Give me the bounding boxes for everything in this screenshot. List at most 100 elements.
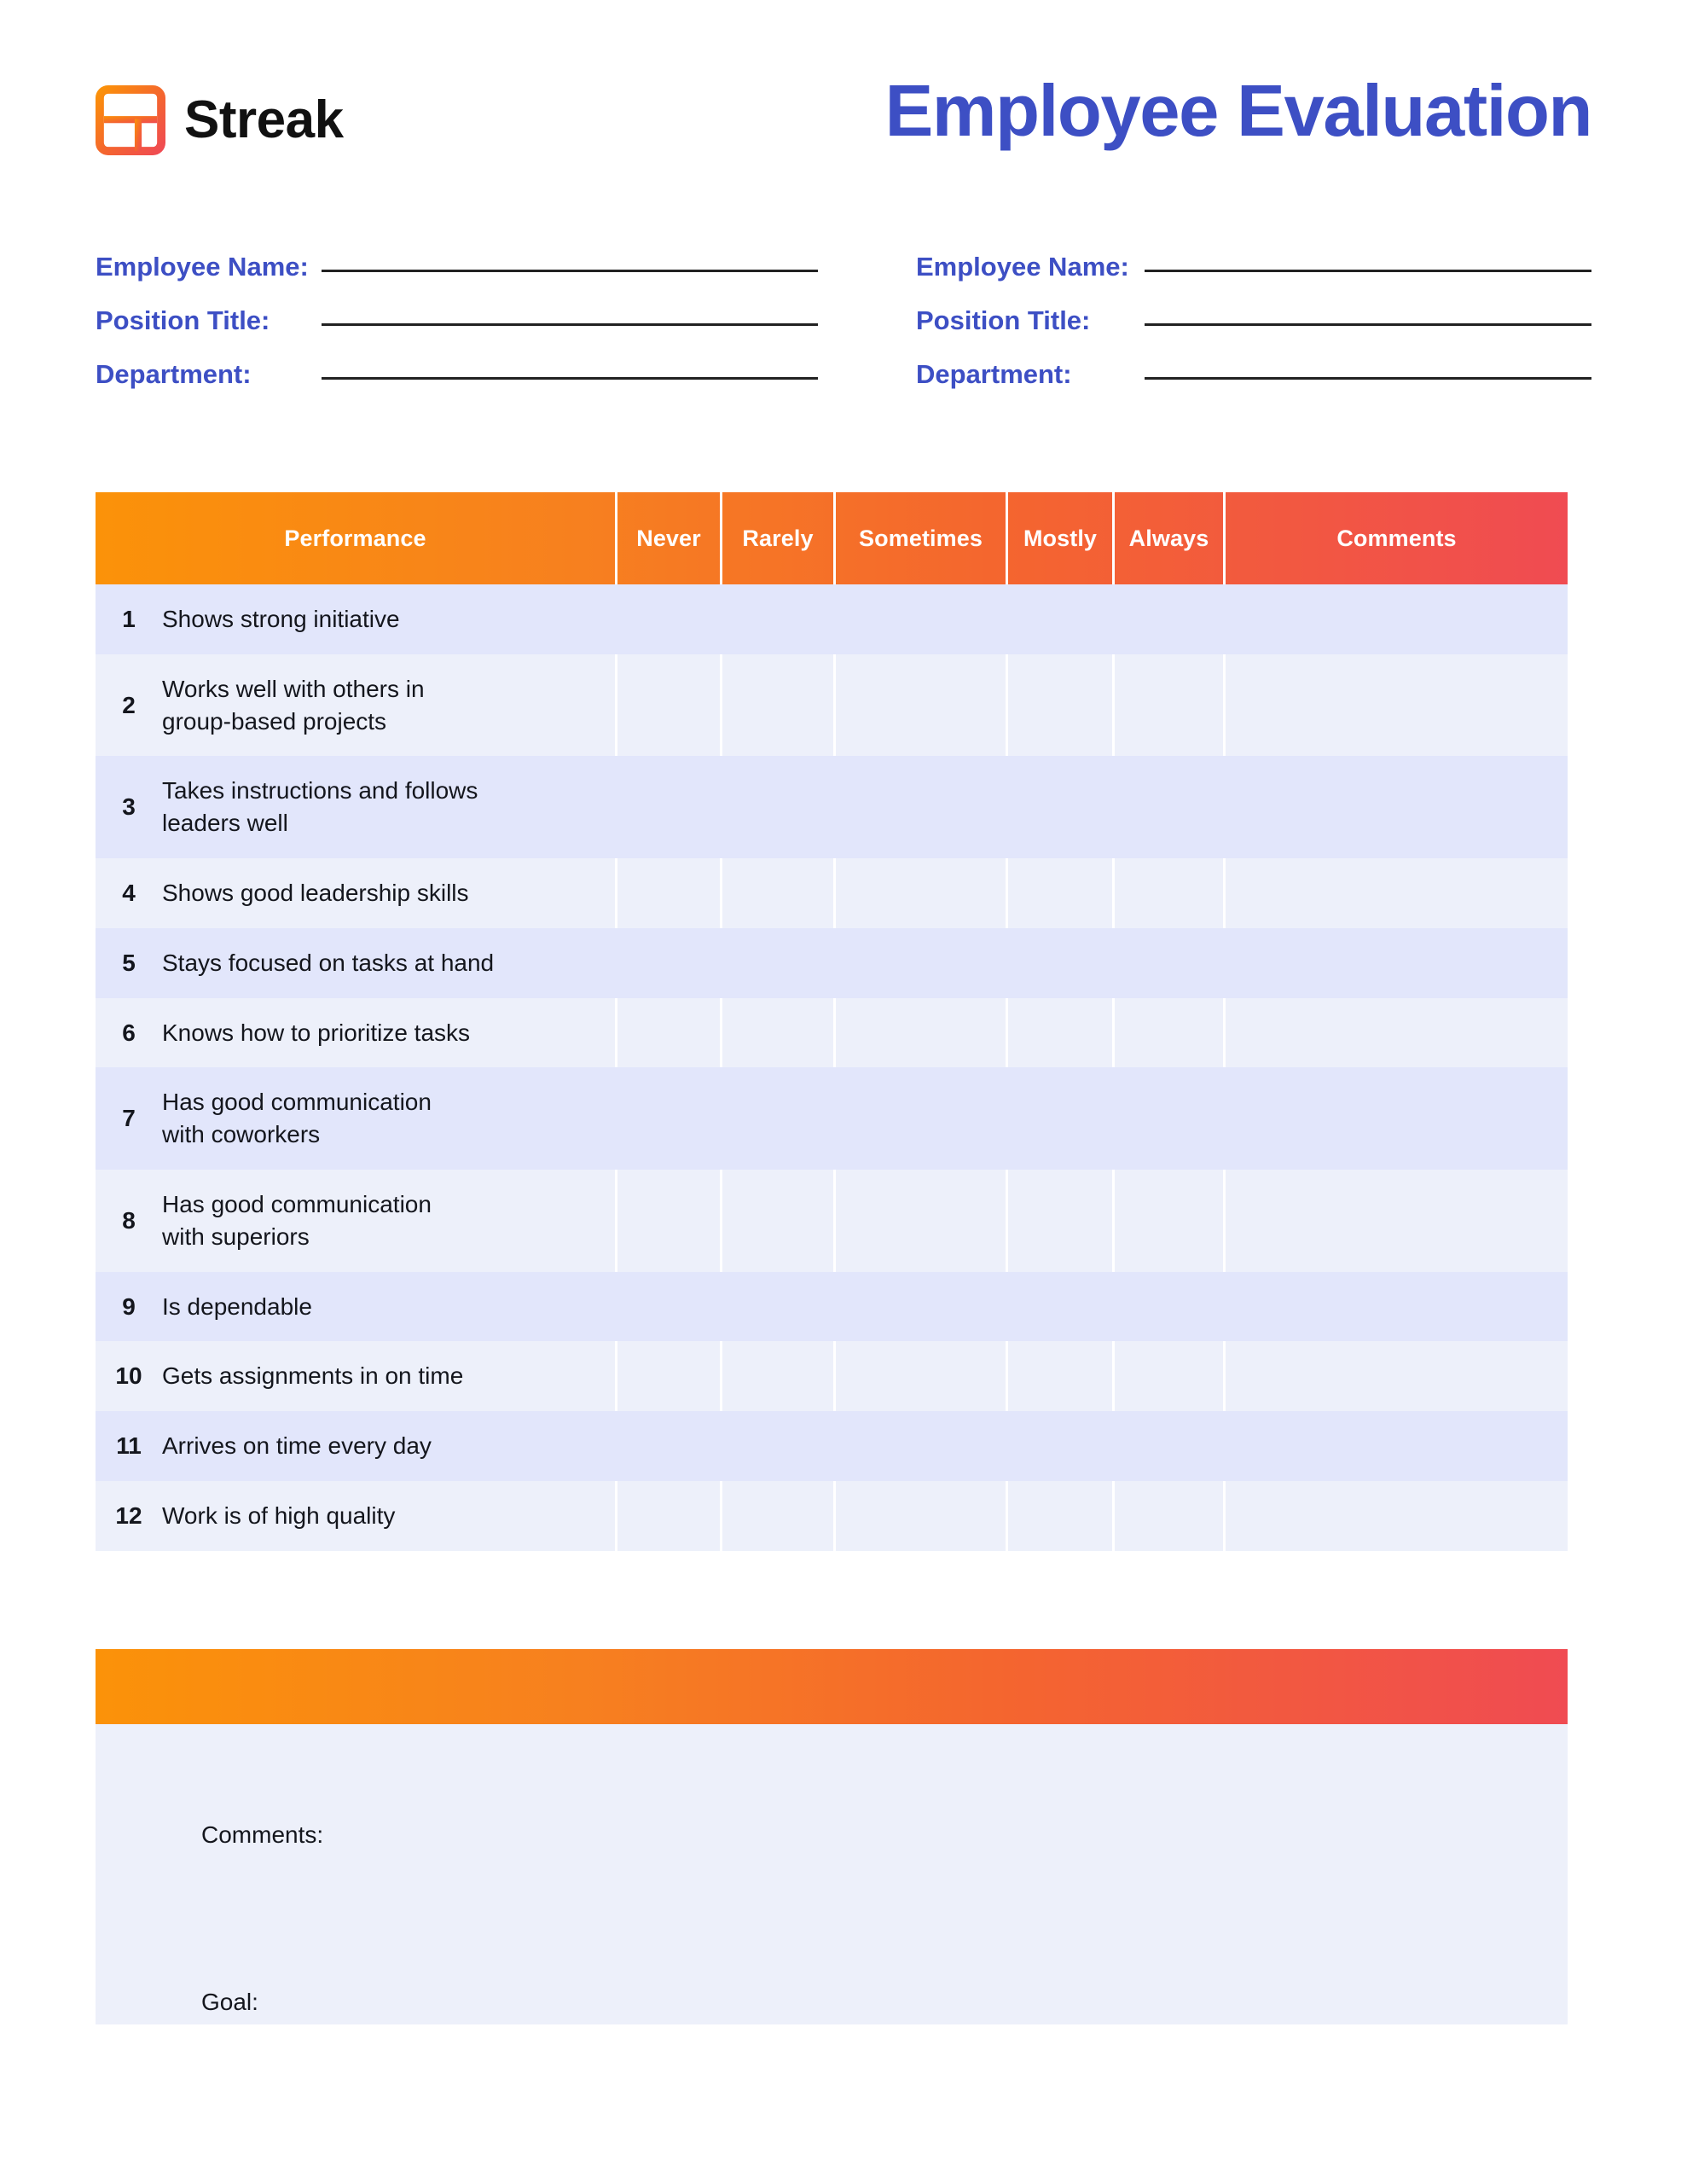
rating-cell-comments[interactable] [1226, 1067, 1568, 1170]
rating-cell-sometimes[interactable] [836, 857, 1008, 928]
rating-cell-rarely[interactable] [722, 1480, 836, 1551]
rating-cell-sometimes[interactable] [836, 653, 1008, 757]
rating-cell-rarely[interactable] [722, 928, 836, 998]
rating-cell-sometimes[interactable] [836, 997, 1008, 1068]
rating-cell-rarely[interactable] [722, 756, 836, 858]
rating-cell-sometimes[interactable] [836, 1411, 1008, 1481]
rating-cell-always[interactable] [1115, 1411, 1226, 1481]
rating-cell-rarely[interactable] [722, 1169, 836, 1272]
rating-cell-sometimes[interactable] [836, 756, 1008, 858]
rating-cell-sometimes[interactable] [836, 1169, 1008, 1272]
rating-cell-never[interactable] [617, 1341, 722, 1412]
rating-cell-always[interactable] [1115, 1480, 1226, 1551]
employee-name-input-right[interactable] [1145, 270, 1591, 272]
rating-cell-always[interactable] [1115, 1067, 1226, 1170]
department-field-left[interactable]: Department: [96, 359, 844, 413]
row-number: 1 [122, 606, 136, 632]
performance-cell: 4 Shows good leadership skills [96, 857, 617, 928]
notes-panel-body[interactable]: Comments: Goal: [96, 1724, 1568, 2024]
rating-cell-rarely[interactable] [722, 1341, 836, 1412]
rating-cell-mostly[interactable] [1008, 756, 1115, 858]
rating-cell-mostly[interactable] [1008, 584, 1115, 654]
table-row: 5 Stays focused on tasks at hand [96, 927, 1568, 998]
rating-cell-never[interactable] [617, 928, 722, 998]
rating-cell-sometimes[interactable] [836, 1272, 1008, 1342]
rating-cell-mostly[interactable] [1008, 1169, 1115, 1272]
rating-cell-mostly[interactable] [1008, 928, 1115, 998]
rating-cell-mostly[interactable] [1008, 1480, 1115, 1551]
rating-cell-rarely[interactable] [722, 1272, 836, 1342]
employee-name-input-left[interactable] [322, 270, 818, 272]
rating-cell-rarely[interactable] [722, 584, 836, 654]
rating-cell-never[interactable] [617, 1480, 722, 1551]
rating-cell-always[interactable] [1115, 928, 1226, 998]
rating-cell-rarely[interactable] [722, 1411, 836, 1481]
employee-evaluation-form: Streak Employee Evaluation Employee Name… [0, 0, 1687, 2184]
rating-cell-never[interactable] [617, 1067, 722, 1170]
performance-criterion-label: Takes instructions and follows leaders w… [162, 777, 478, 837]
rating-cell-comments[interactable] [1226, 998, 1568, 1068]
rating-cell-sometimes[interactable] [836, 1067, 1008, 1170]
position-title-input-right[interactable] [1145, 323, 1591, 326]
rating-cell-rarely[interactable] [722, 653, 836, 757]
rating-cell-always[interactable] [1115, 756, 1226, 858]
department-input-left[interactable] [322, 377, 818, 380]
department-field-right[interactable]: Department: [916, 359, 1591, 413]
rating-cell-mostly[interactable] [1008, 1341, 1115, 1412]
rating-cell-sometimes[interactable] [836, 1341, 1008, 1412]
rating-cell-mostly[interactable] [1008, 857, 1115, 928]
rating-cell-mostly[interactable] [1008, 1272, 1115, 1342]
rating-cell-always[interactable] [1115, 584, 1226, 654]
rating-cell-always[interactable] [1115, 1341, 1226, 1412]
rating-cell-never[interactable] [617, 584, 722, 654]
column-header-sometimes: Sometimes [836, 492, 1008, 584]
performance-cell: 5 Stays focused on tasks at hand [96, 928, 617, 998]
rating-cell-comments[interactable] [1226, 1481, 1568, 1551]
rating-cell-comments[interactable] [1226, 584, 1568, 654]
rating-cell-rarely[interactable] [722, 857, 836, 928]
rating-cell-always[interactable] [1115, 1169, 1226, 1272]
performance-criterion-label: Work is of high quality [162, 1502, 396, 1529]
rating-cell-comments[interactable] [1226, 928, 1568, 998]
rating-cell-never[interactable] [617, 653, 722, 757]
performance-criterion-label: Shows strong initiative [162, 606, 400, 632]
rating-cell-never[interactable] [617, 1411, 722, 1481]
rating-cell-sometimes[interactable] [836, 1480, 1008, 1551]
rating-cell-comments[interactable] [1226, 1341, 1568, 1411]
rating-cell-never[interactable] [617, 997, 722, 1068]
rating-cell-rarely[interactable] [722, 1067, 836, 1170]
position-title-field-right[interactable]: Position Title: [916, 305, 1591, 359]
rating-cell-always[interactable] [1115, 997, 1226, 1068]
rating-cell-always[interactable] [1115, 857, 1226, 928]
rating-cell-mostly[interactable] [1008, 997, 1115, 1068]
table-body: 1 Shows strong initiative 2 Works well with… [96, 584, 1568, 1551]
employee-name-field-right[interactable]: Employee Name: [916, 252, 1591, 305]
rating-cell-always[interactable] [1115, 1272, 1226, 1342]
identity-fields: Employee Name: Position Title: Departmen… [96, 252, 1591, 413]
identity-column-right: Employee Name: Position Title: Departmen… [844, 252, 1591, 413]
page-title: Employee Evaluation [884, 71, 1593, 152]
rating-cell-comments[interactable] [1226, 1170, 1568, 1272]
rating-cell-comments[interactable] [1226, 1272, 1568, 1342]
rating-cell-comments[interactable] [1226, 756, 1568, 858]
rating-cell-comments[interactable] [1226, 654, 1568, 757]
department-input-right[interactable] [1145, 377, 1591, 380]
rating-cell-mostly[interactable] [1008, 1067, 1115, 1170]
position-title-input-left[interactable] [322, 323, 818, 326]
comments-label: Comments: [201, 1821, 324, 1848]
rating-cell-comments[interactable] [1226, 858, 1568, 928]
rating-cell-never[interactable] [617, 756, 722, 858]
rating-cell-always[interactable] [1115, 653, 1226, 757]
rating-cell-rarely[interactable] [722, 997, 836, 1068]
rating-cell-sometimes[interactable] [836, 584, 1008, 654]
rating-cell-never[interactable] [617, 1272, 722, 1342]
rating-cell-comments[interactable] [1226, 1411, 1568, 1481]
rating-cell-sometimes[interactable] [836, 928, 1008, 998]
employee-name-field-left[interactable]: Employee Name: [96, 252, 844, 305]
rating-cell-mostly[interactable] [1008, 653, 1115, 757]
row-number: 7 [122, 1105, 136, 1132]
position-title-field-left[interactable]: Position Title: [96, 305, 844, 359]
rating-cell-never[interactable] [617, 1169, 722, 1272]
rating-cell-never[interactable] [617, 857, 722, 928]
rating-cell-mostly[interactable] [1008, 1411, 1115, 1481]
